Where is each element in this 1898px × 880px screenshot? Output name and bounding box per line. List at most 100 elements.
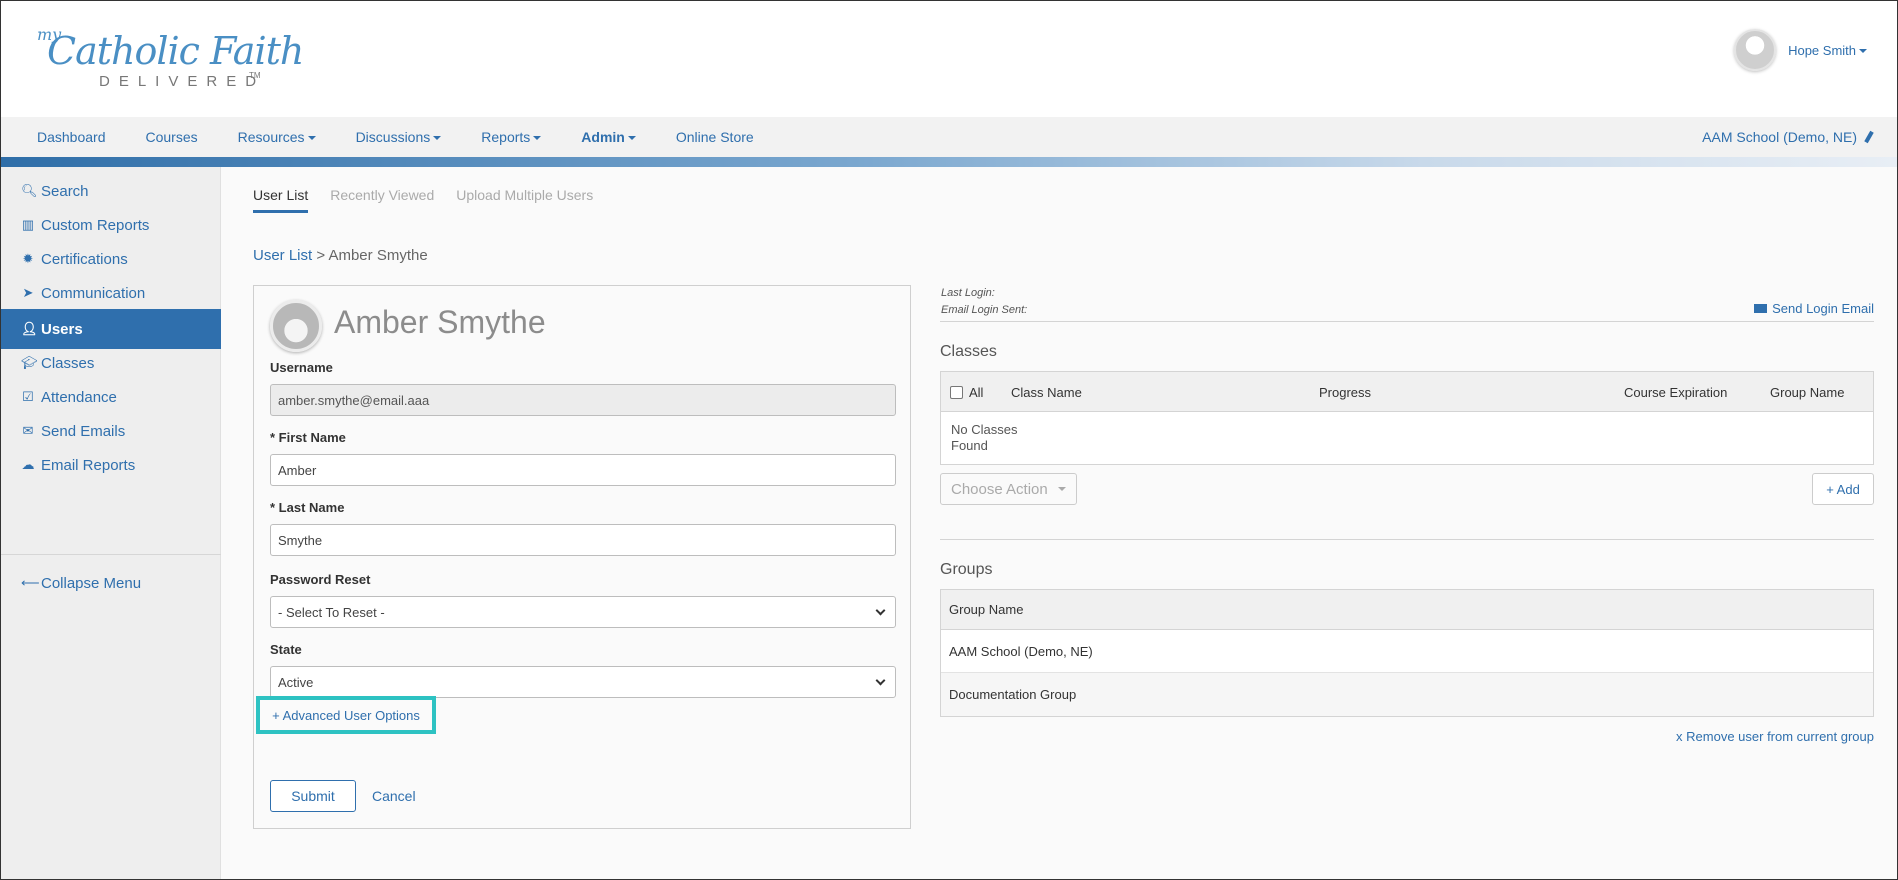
last-name-value: Smythe <box>278 532 323 548</box>
caret-down-icon <box>307 136 316 141</box>
pencil-icon[interactable] <box>1864 130 1874 144</box>
caret-down-icon <box>627 136 636 141</box>
user-title: Amber Smythe <box>334 304 546 340</box>
breadcrumb: User List > Amber Smythe <box>253 247 428 264</box>
state-label: State <box>270 642 302 657</box>
nav-item-label: Discussions <box>355 129 431 145</box>
sidebar-item-label: Communication <box>41 284 146 302</box>
last-name-label: * Last Name <box>270 500 345 515</box>
groups-table-header: Group Name <box>941 590 1873 630</box>
send-login-email-label: Send Login Email <box>1772 301 1874 316</box>
nav-item-online-store[interactable]: Online Store <box>676 129 754 145</box>
logo-delivered: DELIVERED <box>99 73 266 90</box>
nav-item-dashboard[interactable]: Dashboard <box>37 129 106 145</box>
groups-table: Group Name AAM School (Demo, NE) Document… <box>940 589 1874 717</box>
nav-item-resources[interactable]: Resources <box>238 129 316 145</box>
sidebar-item-label: Classes <box>41 354 95 372</box>
nav-item-courses[interactable]: Courses <box>146 129 198 145</box>
nav-items: Dashboard Courses Resources Discussions Repo… <box>37 117 794 157</box>
group-name-header[interactable]: Group Name <box>1770 372 1844 412</box>
logo-tm: TM <box>249 71 261 80</box>
arrow-left-icon: ⟵ <box>21 575 40 590</box>
graduation-cap-icon: 🎓︎ <box>21 355 38 370</box>
course-expiration-header[interactable]: Course Expiration <box>1624 372 1727 412</box>
password-reset-label: Password Reset <box>270 572 371 587</box>
username-field: amber.smythe@email.aaa <box>270 384 896 416</box>
check-square-icon: ☑ <box>22 389 34 404</box>
header-gradient-band <box>1 157 1897 167</box>
select-all-checkbox[interactable]: All <box>950 372 983 412</box>
password-reset-value: - Select To Reset - <box>278 604 385 620</box>
user-avatar <box>270 300 322 352</box>
classes-title: Classes <box>940 343 997 360</box>
no-classes-message: No Classes Found <box>951 422 1018 453</box>
logo-catholic-faith: Catholic Faith <box>47 29 304 73</box>
tab-recently-viewed[interactable]: Recently Viewed <box>330 187 434 213</box>
sidebar-item-label: Attendance <box>41 388 117 406</box>
sidebar-item-label: Search <box>41 182 89 200</box>
table-row[interactable]: AAM School (Demo, NE) <box>941 630 1873 673</box>
avatar[interactable] <box>1734 29 1777 71</box>
sidebar-item-label: Email Reports <box>41 456 136 474</box>
nav-item-admin[interactable]: Admin <box>581 129 636 145</box>
user-name-dropdown[interactable]: Hope Smith <box>1788 43 1867 58</box>
caret-down-icon <box>1859 49 1867 54</box>
classes-table: All Class Name Progress Course Expiratio… <box>940 371 1874 465</box>
paper-plane-icon: ➤ <box>22 285 34 300</box>
user-menu[interactable]: Hope Smith <box>1734 29 1867 71</box>
tab-user-list[interactable]: User List <box>253 187 309 213</box>
cloud-upload-icon: ☁ <box>21 457 35 472</box>
tabs: User List Recently Viewed Upload Multiple … <box>253 187 593 213</box>
tab-upload-multiple-users[interactable]: Upload Multiple Users <box>456 187 593 213</box>
table-row[interactable]: Documentation Group <box>941 673 1873 716</box>
group-name-header[interactable]: Group Name <box>949 602 1023 617</box>
groups-title: Groups <box>940 561 993 578</box>
username-value: amber.smythe@email.aaa <box>278 392 430 408</box>
last-name-field[interactable]: Smythe <box>270 524 896 556</box>
choose-action-dropdown[interactable]: Choose Action <box>940 473 1077 505</box>
school-name: AAM School (Demo, NE) <box>1702 129 1857 145</box>
school-selector[interactable]: AAM School (Demo, NE) <box>1702 117 1874 157</box>
envelope-icon <box>1754 304 1768 313</box>
last-login-label: Last Login: <box>941 287 995 299</box>
divider <box>940 539 1874 540</box>
advanced-user-options-link[interactable]: + Advanced User Options <box>256 696 436 734</box>
logo[interactable]: my Catholic Faith DELIVERED TM <box>37 23 304 93</box>
state-select[interactable]: Active <box>270 666 896 698</box>
bar-chart-icon: ▥ <box>21 217 35 232</box>
collapse-menu-button[interactable]: ⟵ Collapse Menu <box>1 563 221 603</box>
progress-header[interactable]: Progress <box>1319 372 1371 412</box>
main-nav: Dashboard Courses Resources Discussions Repo… <box>1 117 1897 157</box>
first-name-field[interactable]: Amber <box>270 454 896 486</box>
state-value: Active <box>278 674 314 690</box>
checkbox[interactable] <box>950 385 963 399</box>
nav-item-label: Dashboard <box>37 129 106 145</box>
sidebar-item-label: Users <box>41 320 83 338</box>
certificate-icon: ✹ <box>22 251 34 266</box>
nav-item-label: Reports <box>481 129 531 145</box>
send-login-email-link[interactable]: Send Login Email <box>1754 301 1874 316</box>
password-reset-select[interactable]: - Select To Reset - <box>270 596 896 628</box>
caret-down-icon <box>1057 487 1066 491</box>
sidebar-item-communication[interactable]: ➤ Communication <box>1 273 221 313</box>
nav-item-discussions[interactable]: Discussions <box>356 129 442 145</box>
sidebar-item-label: Custom Reports <box>41 216 150 234</box>
divider <box>940 321 1874 322</box>
sidebar-divider <box>1 554 221 555</box>
sidebar-item-email-reports[interactable]: ☁ Email Reports <box>1 445 221 485</box>
main-content: User List Recently Viewed Upload Multiple … <box>221 167 1897 879</box>
add-class-button[interactable]: + Add <box>1812 473 1874 505</box>
submit-button[interactable]: Submit <box>270 780 356 812</box>
sidebar-item-label: Send Emails <box>41 422 126 440</box>
breadcrumb-separator: > <box>316 247 326 264</box>
user-icon: 👤︎ <box>21 321 38 336</box>
choose-action-label: Choose Action <box>951 480 1048 498</box>
breadcrumb-user-list-link[interactable]: User List <box>253 247 312 264</box>
nav-item-label: Admin <box>581 129 625 145</box>
class-name-header[interactable]: Class Name <box>1011 372 1082 412</box>
remove-from-group-link[interactable]: x Remove user from current group <box>1676 729 1874 744</box>
nav-item-reports[interactable]: Reports <box>481 129 542 145</box>
chevron-down-icon <box>875 675 886 685</box>
cancel-link[interactable]: Cancel <box>372 780 416 812</box>
email-login-sent-label: Email Login Sent: <box>941 304 1028 316</box>
